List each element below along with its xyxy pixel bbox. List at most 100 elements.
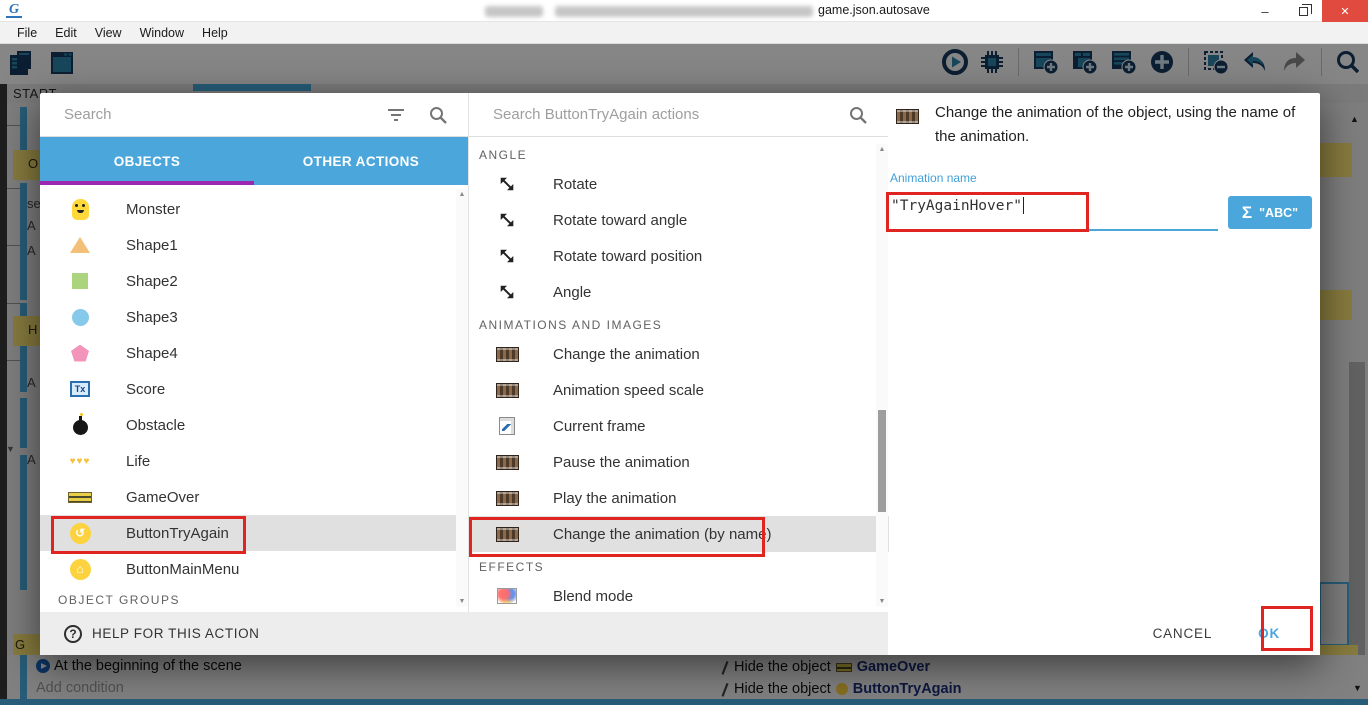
object-item-gameover[interactable]: GameOver xyxy=(40,479,468,515)
object-item-shape1[interactable]: Shape1 xyxy=(40,227,468,263)
scroll-up-icon[interactable]: ▲ xyxy=(456,191,468,198)
scroll-up-icon[interactable]: ▲ xyxy=(876,146,888,153)
section-angle: ANGLE xyxy=(469,140,889,166)
object-item-monster[interactable]: Monster xyxy=(40,191,468,227)
blurred-title-segment xyxy=(485,6,543,17)
filter-icon[interactable] xyxy=(386,107,406,123)
object-item-buttonmainmenu[interactable]: ⌂ButtonMainMenu xyxy=(40,551,468,587)
scroll-down-icon[interactable]: ▼ xyxy=(456,598,468,605)
rotate-icon xyxy=(498,247,516,265)
gdevelop-logo-icon: G xyxy=(6,2,22,18)
bomb-icon xyxy=(73,420,88,435)
action-item-play-animation[interactable]: Play the animation xyxy=(469,480,889,516)
menu-edit[interactable]: Edit xyxy=(46,26,86,40)
object-groups-header: OBJECT GROUPS xyxy=(40,587,468,612)
triangle-icon xyxy=(70,237,90,253)
film-icon xyxy=(896,109,919,124)
film-icon xyxy=(496,347,519,362)
pentagon-icon xyxy=(71,345,89,362)
dialog-footer: ? HELP FOR THIS ACTION CANCEL OK xyxy=(40,612,1320,655)
object-item-buttontryagain[interactable]: ↺ButtonTryAgain xyxy=(40,515,468,551)
action-item-current-frame[interactable]: Current frame xyxy=(469,408,889,444)
action-search-input[interactable] xyxy=(469,106,848,123)
rotate-icon xyxy=(498,175,516,193)
object-list-scrollbar[interactable]: ▲ ▼ xyxy=(456,189,468,607)
object-search-row xyxy=(40,93,468,137)
animation-name-field[interactable]: "TryAgainHover" xyxy=(891,197,1024,214)
menu-help[interactable]: Help xyxy=(193,26,237,40)
restore-icon xyxy=(1299,7,1308,16)
object-list: Monster Shape1 Shape2 Shape3 Shape4 TxSc… xyxy=(40,185,468,612)
animation-name-label: Animation name xyxy=(890,171,977,185)
film-icon xyxy=(496,383,519,398)
film-icon xyxy=(496,527,519,542)
blend-mode-icon xyxy=(497,588,517,604)
home-icon: ⌂ xyxy=(70,559,91,580)
film-icon xyxy=(496,491,519,506)
action-item-rotate-toward-position[interactable]: Rotate toward position xyxy=(469,238,889,274)
action-item-pause-animation[interactable]: Pause the animation xyxy=(469,444,889,480)
section-effects: EFFECTS xyxy=(469,552,889,578)
scrollbar-thumb[interactable] xyxy=(878,410,886,512)
ok-button[interactable]: OK xyxy=(1258,626,1280,641)
close-button[interactable]: ✕ xyxy=(1322,0,1368,22)
object-item-score[interactable]: TxScore xyxy=(40,371,468,407)
objects-panel: OBJECTS OTHER ACTIONS Monster Shape1 Sha… xyxy=(40,93,468,612)
object-item-shape4[interactable]: Shape4 xyxy=(40,335,468,371)
film-icon xyxy=(496,455,519,470)
restore-button[interactable] xyxy=(1284,0,1322,22)
action-item-change-animation-by-name[interactable]: Change the animation (by name) xyxy=(469,516,889,552)
action-parameters-panel: Change the animation of the object, usin… xyxy=(888,93,1320,612)
monster-icon xyxy=(72,199,89,220)
field-underline xyxy=(888,229,1218,231)
gameover-sprite-icon xyxy=(68,492,92,503)
frame-icon xyxy=(499,417,515,435)
text-cursor xyxy=(1023,197,1025,214)
circle-icon xyxy=(72,309,89,326)
expression-editor-button[interactable]: Σ "ABC" xyxy=(1228,196,1312,229)
sigma-icon: Σ xyxy=(1242,203,1252,223)
object-item-shape2[interactable]: Shape2 xyxy=(40,263,468,299)
hearts-icon: ♥♥♥ xyxy=(70,456,91,467)
rotate-icon xyxy=(498,211,516,229)
rotate-icon xyxy=(498,283,516,301)
square-icon xyxy=(72,273,88,289)
tab-objects[interactable]: OBJECTS xyxy=(40,137,254,185)
menu-file[interactable]: File xyxy=(8,26,46,40)
search-icon[interactable] xyxy=(848,105,868,125)
cancel-button[interactable]: CANCEL xyxy=(1153,626,1213,641)
action-description: Change the animation of the object, usin… xyxy=(935,101,1305,149)
text-object-icon: Tx xyxy=(70,381,90,397)
action-list: ANGLE Rotate Rotate toward angle Rotate … xyxy=(469,137,889,612)
help-link[interactable]: HELP FOR THIS ACTION xyxy=(92,626,260,641)
action-item-blend-mode[interactable]: Blend mode xyxy=(469,578,889,612)
scroll-down-icon[interactable]: ▼ xyxy=(876,598,888,605)
actions-panel: ANGLE Rotate Rotate toward angle Rotate … xyxy=(468,93,888,612)
app-window: G game.json.autosave – ✕ File Edit View … xyxy=(0,0,1368,705)
retry-icon: ↺ xyxy=(70,523,91,544)
menu-window[interactable]: Window xyxy=(131,26,193,40)
object-tabs: OBJECTS OTHER ACTIONS xyxy=(40,137,468,185)
section-animations-images: ANIMATIONS AND IMAGES xyxy=(469,310,889,336)
minimize-button[interactable]: – xyxy=(1246,0,1284,22)
action-item-angle[interactable]: Angle xyxy=(469,274,889,310)
choose-action-dialog: OBJECTS OTHER ACTIONS Monster Shape1 Sha… xyxy=(40,93,1320,655)
search-icon[interactable] xyxy=(428,105,448,125)
action-item-rotate-toward-angle[interactable]: Rotate toward angle xyxy=(469,202,889,238)
object-item-shape3[interactable]: Shape3 xyxy=(40,299,468,335)
action-search-row xyxy=(469,93,888,137)
help-icon: ? xyxy=(64,625,82,643)
action-item-rotate[interactable]: Rotate xyxy=(469,166,889,202)
menu-view[interactable]: View xyxy=(86,26,131,40)
action-item-animation-speed-scale[interactable]: Animation speed scale xyxy=(469,372,889,408)
title-bar: G game.json.autosave – ✕ xyxy=(0,0,1368,22)
blurred-title-segment xyxy=(555,6,813,17)
object-search-input[interactable] xyxy=(40,106,386,123)
object-item-life[interactable]: ♥♥♥Life xyxy=(40,443,468,479)
tab-other-actions[interactable]: OTHER ACTIONS xyxy=(254,137,468,185)
window-title: game.json.autosave xyxy=(818,3,930,17)
object-item-obstacle[interactable]: Obstacle xyxy=(40,407,468,443)
action-list-scrollbar[interactable]: ▲ ▼ xyxy=(876,144,888,607)
menu-bar: File Edit View Window Help xyxy=(0,22,1368,44)
action-item-change-animation[interactable]: Change the animation xyxy=(469,336,889,372)
